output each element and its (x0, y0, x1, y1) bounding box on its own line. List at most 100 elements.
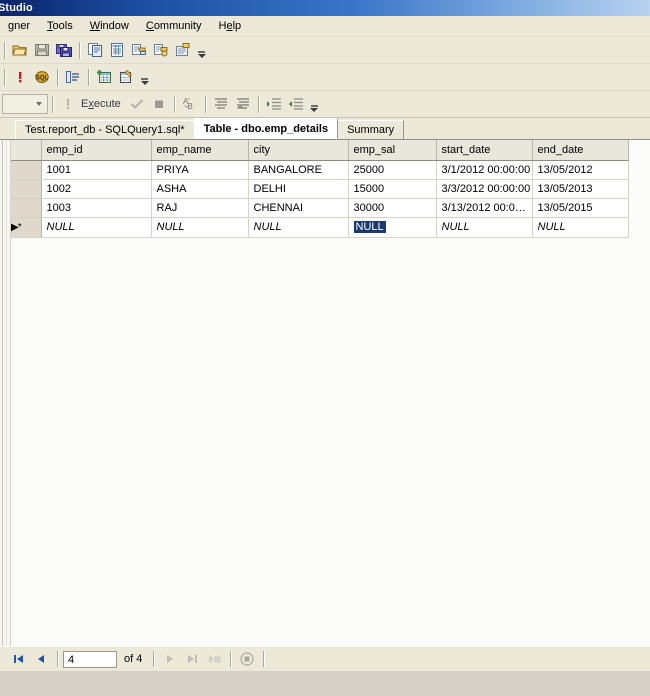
first-record-button[interactable] (8, 649, 30, 669)
cell-emp-id[interactable]: NULL (41, 217, 152, 238)
new-table-icon[interactable] (93, 67, 115, 88)
cell-city[interactable]: DELHI (248, 179, 349, 199)
cell-start-date[interactable]: 3/13/2012 00:0… (436, 198, 533, 218)
table-row[interactable]: 1003 RAJ CHENNAI 30000 3/13/2012 00:0… 1… (11, 198, 629, 218)
object-explorer-icon[interactable] (62, 67, 84, 88)
window-titlebar: Studio (0, 0, 650, 16)
execute-icon[interactable] (9, 67, 31, 88)
cell-emp-name[interactable]: NULL (151, 217, 249, 238)
new-row-marker[interactable]: ▶* (11, 217, 42, 238)
analysis-services-mdx-query-icon[interactable] (128, 40, 150, 61)
database-selector-combo[interactable] (2, 94, 48, 114)
record-navigation-bar: 4 of 4 (0, 646, 650, 671)
cell-city[interactable]: BANGALORE (248, 160, 349, 180)
cell-start-date[interactable]: NULL (436, 217, 533, 238)
cell-emp-id[interactable]: 1003 (41, 198, 152, 218)
stop-button[interactable] (236, 649, 258, 669)
toolbar-overflow-button[interactable] (309, 94, 320, 115)
column-header-city[interactable]: city (248, 140, 349, 161)
cell-emp-name[interactable]: PRIYA (151, 160, 249, 180)
column-header-emp-name[interactable]: emp_name (151, 140, 249, 161)
toolbar-overflow-button[interactable] (196, 40, 207, 61)
save-icon[interactable] (31, 40, 53, 61)
cell-end-date[interactable]: NULL (532, 217, 629, 238)
toolbar-separator (257, 95, 259, 113)
menubar: gner Tools Window Community Help (0, 16, 650, 37)
table-new-row[interactable]: ▶* NULL NULL NULL NULL NULL NULL (11, 217, 629, 238)
chevron-down-icon (197, 53, 206, 58)
toolbar-overflow-button[interactable] (139, 67, 150, 88)
menu-item-community[interactable]: Community (138, 18, 211, 35)
cell-emp-id[interactable]: 1002 (41, 179, 152, 199)
select-all-corner[interactable] (11, 140, 42, 161)
current-record-input[interactable]: 4 (63, 650, 117, 668)
indent-decrease-icon[interactable] (285, 94, 307, 115)
tab-sqlquery1-label: Test.report_db - SQLQuery1.sql* (25, 124, 185, 136)
sql-icon[interactable]: SQL (31, 67, 53, 88)
stop-icon[interactable] (148, 94, 170, 115)
next-record-button[interactable] (159, 649, 181, 669)
execute-button-label[interactable]: Execute (79, 98, 126, 110)
menu-item-window[interactable]: Window (82, 18, 138, 35)
cell-emp-sal-selected-value: NULL (353, 221, 386, 233)
toolbar-overflow-glyphs (197, 40, 206, 61)
execute-icon[interactable] (57, 94, 79, 115)
menu-item-tools[interactable]: Tools (39, 18, 82, 35)
analysis-services-dmx-query-icon[interactable] (150, 40, 172, 61)
toolbar-overflow-glyphs (310, 94, 319, 115)
row-selector[interactable] (11, 179, 42, 199)
cell-emp-sal[interactable]: 25000 (348, 160, 437, 180)
design-table-icon[interactable] (115, 67, 137, 88)
column-header-emp-sal[interactable]: emp_sal (348, 140, 437, 161)
display-estimated-plan-icon[interactable]: A B (179, 94, 201, 115)
database-engine-query-icon[interactable] (106, 40, 128, 61)
cell-city[interactable]: CHENNAI (248, 198, 349, 218)
nav-separator (230, 651, 232, 667)
nav-separator (153, 651, 155, 667)
svg-text:B: B (187, 102, 192, 111)
cell-end-date[interactable]: 13/05/2012 (532, 160, 629, 180)
tab-sqlquery1[interactable]: Test.report_db - SQLQuery1.sql* (15, 120, 195, 139)
cell-end-date[interactable]: 13/05/2013 (532, 179, 629, 199)
cell-emp-name[interactable]: RAJ (151, 198, 249, 218)
row-selector[interactable] (11, 198, 42, 218)
cell-start-date[interactable]: 3/1/2012 00:00:00 (436, 160, 533, 180)
toolbar-separator (52, 95, 53, 113)
grid-vertical-scrollbar[interactable] (0, 140, 11, 646)
tab-table-emp-details[interactable]: Table - dbo.emp_details (193, 118, 339, 139)
cell-emp-id[interactable]: 1001 (41, 160, 152, 180)
column-header-start-date[interactable]: start_date (436, 140, 533, 161)
cell-emp-sal[interactable]: 30000 (348, 198, 437, 218)
previous-record-button[interactable] (30, 649, 52, 669)
tab-summary-label: Summary (347, 124, 395, 136)
cell-emp-name[interactable]: ASHA (151, 179, 249, 199)
overflow-bar (310, 104, 318, 107)
cell-city[interactable]: NULL (248, 217, 349, 238)
table-row[interactable]: 1001 PRIYA BANGALORE 25000 3/1/2012 00:0… (11, 160, 629, 180)
column-header-emp-id[interactable]: emp_id (41, 140, 152, 161)
menu-item-window-label: indow (100, 19, 129, 32)
parse-checkmark-icon[interactable] (126, 94, 148, 115)
new-record-button[interactable] (203, 649, 225, 669)
column-header-end-date[interactable]: end_date (532, 140, 629, 161)
results-to-text-icon[interactable] (210, 94, 232, 115)
tab-summary[interactable]: Summary (337, 120, 405, 139)
cell-start-date[interactable]: 3/3/2012 00:00:00 (436, 179, 533, 199)
menu-item-designer[interactable]: gner (0, 18, 39, 35)
cell-emp-sal[interactable]: 15000 (348, 179, 437, 199)
menu-item-help[interactable]: Help (211, 18, 251, 35)
cell-end-date[interactable]: 13/05/2015 (532, 198, 629, 218)
toolbar-overflow-glyphs (140, 67, 149, 88)
last-record-button[interactable] (181, 649, 203, 669)
sql-server-compact-query-icon[interactable] (172, 40, 194, 61)
open-file-icon[interactable] (9, 40, 31, 61)
row-selector[interactable] (11, 160, 42, 180)
new-query-icon[interactable] (84, 40, 106, 61)
toolbar-separator (204, 95, 206, 113)
results-to-grid-icon[interactable] (232, 94, 254, 115)
emp-details-table: emp_id emp_name city emp_sal start_date … (11, 140, 629, 238)
table-row[interactable]: 1002 ASHA DELHI 15000 3/3/2012 00:00:00 … (11, 179, 629, 199)
save-all-icon[interactable] (53, 40, 75, 61)
cell-emp-sal[interactable]: NULL (348, 217, 437, 238)
indent-increase-icon[interactable] (263, 94, 285, 115)
